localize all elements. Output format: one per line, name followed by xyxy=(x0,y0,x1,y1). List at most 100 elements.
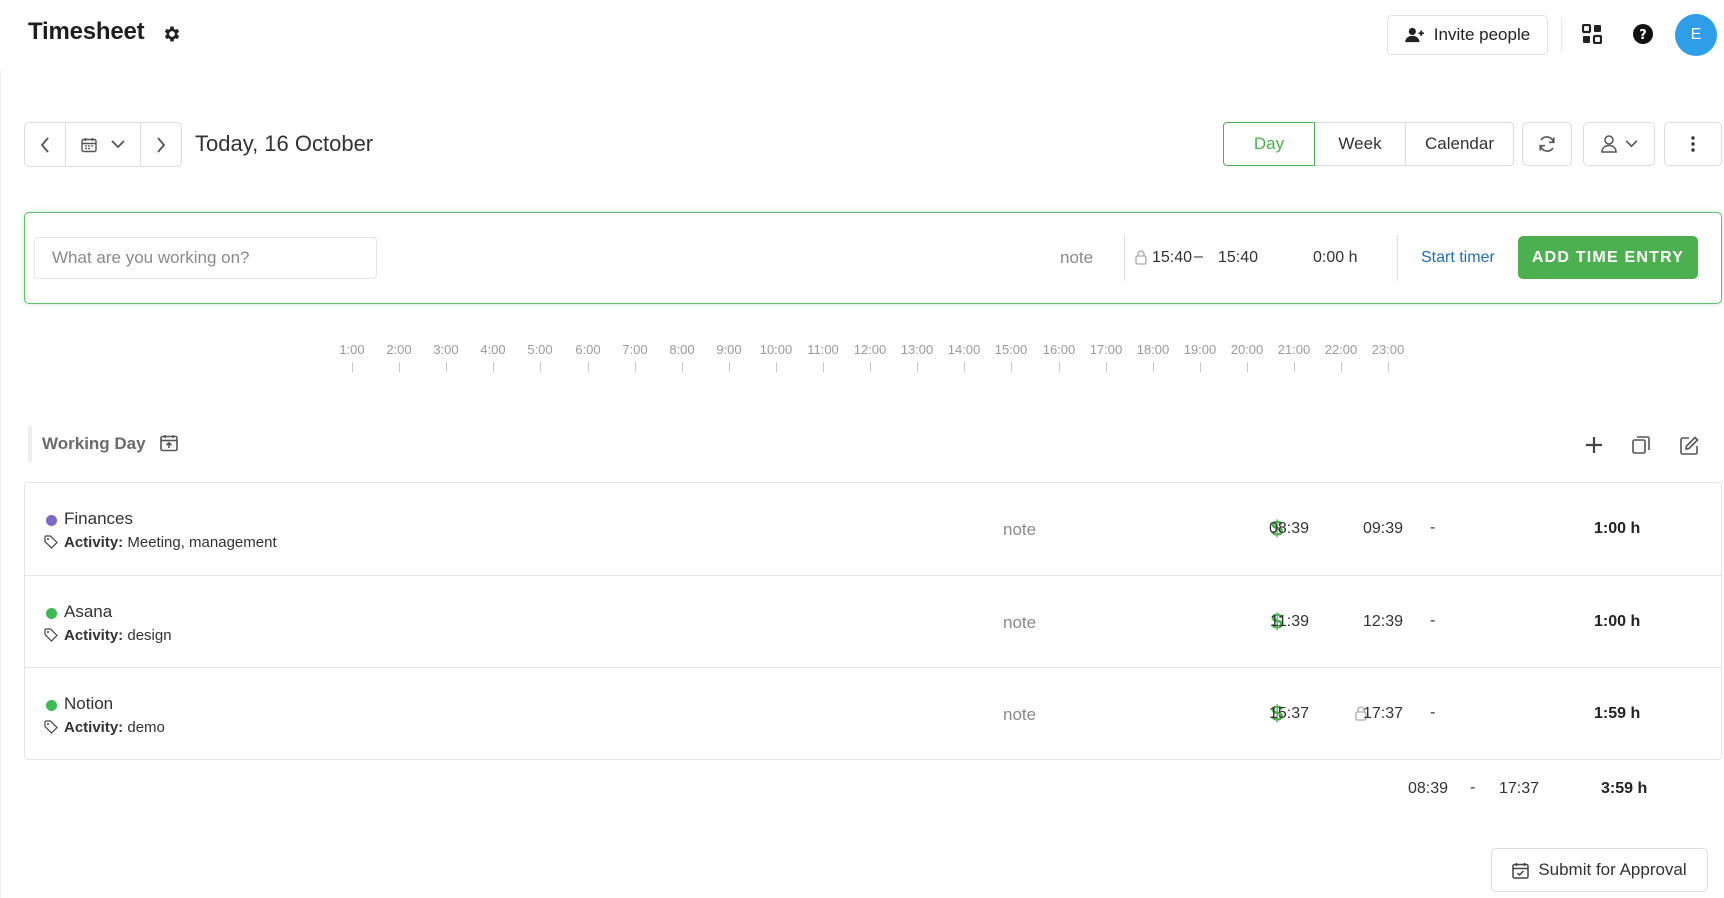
entry-start-time[interactable]: 15:40 xyxy=(1152,249,1192,267)
timeline-tick xyxy=(1247,362,1248,372)
timeline-hour-label: 2:00 xyxy=(386,342,412,357)
edit-icon[interactable] xyxy=(1680,436,1699,455)
user-icon xyxy=(1600,135,1617,153)
timeline-tick xyxy=(729,362,730,372)
entry-duration[interactable]: 0:00 h xyxy=(1313,249,1357,267)
note-field[interactable]: note xyxy=(1003,613,1036,633)
next-day-button[interactable] xyxy=(141,123,181,166)
timeline-hour-label: 21:00 xyxy=(1277,342,1311,357)
timeline-tick xyxy=(964,362,965,372)
invite-people-label: Invite people xyxy=(1433,25,1531,44)
timeline-tick xyxy=(446,362,447,372)
timeline-tick xyxy=(1106,362,1107,372)
add-time-entry-button[interactable]: ADD TIME ENTRY xyxy=(1518,236,1698,279)
timeline-tick xyxy=(870,362,871,372)
start-time[interactable]: 08:39 xyxy=(1269,520,1309,538)
timeline-tick xyxy=(917,362,918,372)
timeline-hour-label: 12:00 xyxy=(853,342,887,357)
end-time[interactable]: 12:39 xyxy=(1363,613,1403,631)
end-time[interactable]: 17:37 xyxy=(1363,705,1403,723)
help-icon[interactable]: ? xyxy=(1633,24,1653,44)
timeline-hour-label: 20:00 xyxy=(1230,342,1264,357)
date-picker-button[interactable] xyxy=(66,123,141,166)
page-title: Timesheet xyxy=(28,18,145,45)
timeline-hour-label: 22:00 xyxy=(1324,342,1358,357)
time-dash: - xyxy=(1430,612,1436,629)
start-time[interactable]: 11:39 xyxy=(1270,613,1309,631)
end-time[interactable]: 09:39 xyxy=(1363,520,1403,538)
timeline-tick xyxy=(540,362,541,372)
timeline-hour-label: 7:00 xyxy=(622,342,648,357)
timeline-hour-label: 5:00 xyxy=(527,342,553,357)
invite-people-button[interactable]: Invite people xyxy=(1387,15,1548,55)
timeline-tick xyxy=(1388,362,1389,372)
chevron-right-icon xyxy=(156,136,166,153)
project-name[interactable]: Finances xyxy=(64,509,133,529)
activity-tags[interactable]: Activity: Meeting, management xyxy=(64,534,277,551)
activity-value: design xyxy=(127,627,172,644)
total-end-time: 17:37 xyxy=(1499,780,1540,797)
timeline-tick xyxy=(1294,362,1295,372)
refresh-button[interactable] xyxy=(1522,122,1572,166)
table-row[interactable]: Asana Activity: design note $ 11:39 - 12… xyxy=(25,575,1721,667)
project-name[interactable]: Asana xyxy=(64,602,112,622)
chevron-down-icon xyxy=(1625,140,1638,148)
timeline-hour-label: 15:00 xyxy=(994,342,1028,357)
add-user-icon xyxy=(1405,27,1425,43)
working-day-marker xyxy=(28,426,32,462)
gear-icon[interactable] xyxy=(162,24,182,44)
tab-day[interactable]: Day xyxy=(1223,122,1315,166)
timeline-tick xyxy=(776,362,777,372)
user-filter-dropdown[interactable] xyxy=(1583,122,1655,166)
tab-calendar[interactable]: Calendar xyxy=(1406,122,1514,166)
entry-divider xyxy=(1124,235,1125,281)
calendar-upload-icon[interactable] xyxy=(160,434,178,452)
duration[interactable]: 1:00 h xyxy=(1594,613,1640,631)
note-field[interactable]: note xyxy=(1003,520,1036,540)
timeline-tick xyxy=(1200,362,1201,372)
timeline-tick xyxy=(682,362,683,372)
working-day-label: Working Day xyxy=(42,434,146,453)
svg-text:?: ? xyxy=(1639,28,1647,43)
timeline-tick xyxy=(588,362,589,372)
avatar[interactable]: E xyxy=(1675,14,1717,56)
start-time[interactable]: 15:37 xyxy=(1269,705,1309,723)
note-field[interactable]: note xyxy=(1003,705,1036,725)
duration[interactable]: 1:59 h xyxy=(1594,705,1640,723)
timeline-tick xyxy=(1341,362,1342,372)
tag-icon xyxy=(44,535,58,549)
entries-table: Finances Activity: Meeting, management n… xyxy=(24,482,1722,760)
add-entry-icon[interactable] xyxy=(1585,436,1603,454)
more-options-button[interactable] xyxy=(1664,122,1722,166)
apps-switch-icon[interactable] xyxy=(1582,24,1602,44)
timeline-hour-label: 3:00 xyxy=(433,342,459,357)
duplicate-icon[interactable] xyxy=(1632,436,1650,454)
start-timer-link[interactable]: Start timer xyxy=(1421,249,1495,267)
calendar-check-icon xyxy=(1512,862,1530,879)
date-navigator xyxy=(24,122,182,167)
duration[interactable]: 1:00 h xyxy=(1594,520,1640,538)
table-row[interactable]: Notion Activity: demo note $ 15:37 - 17:… xyxy=(25,667,1721,759)
total-duration: 3:59 h xyxy=(1601,780,1648,797)
table-row[interactable]: Finances Activity: Meeting, management n… xyxy=(25,483,1721,575)
tag-icon xyxy=(44,628,58,642)
prev-day-button[interactable] xyxy=(25,123,66,166)
description-input[interactable] xyxy=(34,237,377,279)
tab-week[interactable]: Week xyxy=(1315,122,1406,166)
entry-note-field[interactable]: note xyxy=(1060,248,1093,268)
activity-tags[interactable]: Activity: demo xyxy=(64,719,165,736)
timeline-hour-label: 17:00 xyxy=(1089,342,1123,357)
entry-end-time[interactable]: 15:40 xyxy=(1218,249,1258,267)
project-name[interactable]: Notion xyxy=(64,694,113,714)
timeline-hour-label: 14:00 xyxy=(947,342,981,357)
entry-time-dash: – xyxy=(1194,248,1203,265)
timeline-hour-label: 6:00 xyxy=(575,342,601,357)
submit-for-approval-button[interactable]: Submit for Approval xyxy=(1491,848,1708,892)
timeline-hour-label: 18:00 xyxy=(1136,342,1170,357)
timeline-tick xyxy=(493,362,494,372)
timeline-hour-label: 4:00 xyxy=(480,342,506,357)
entry-divider xyxy=(1397,235,1398,281)
total-start-time: 08:39 xyxy=(1408,780,1449,797)
activity-tags[interactable]: Activity: design xyxy=(64,627,172,644)
activity-value: demo xyxy=(127,719,165,736)
